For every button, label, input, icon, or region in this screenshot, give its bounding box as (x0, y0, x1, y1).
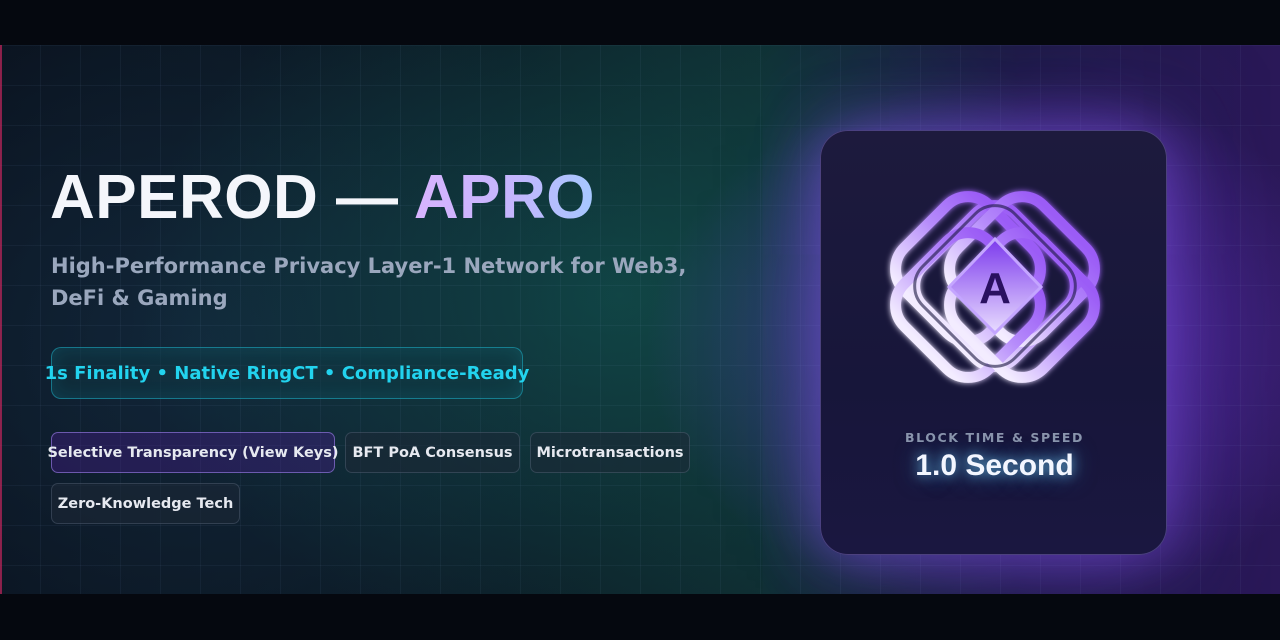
letterbox-bottom (0, 594, 1280, 640)
tag-selective-transparency[interactable]: Selective Transparency (View Keys) (47, 432, 339, 473)
title-main: APEROD — (50, 163, 414, 232)
feature-highlight-pill: 1s Finality • Native RingCT • Compliance… (45, 347, 529, 399)
tag-bft-poa-consensus[interactable]: BFT PoA Consensus (345, 432, 520, 473)
left-edge-line (0, 45, 2, 594)
logo-letter: A (979, 264, 1011, 313)
tag-zero-knowledge[interactable]: Zero-Knowledge Tech (51, 483, 240, 524)
subtitle: High-Performance Privacy Layer-1 Network… (51, 254, 687, 310)
tag-microtransactions[interactable]: Microtransactions (530, 432, 690, 473)
title-accent: APRO (413, 163, 596, 232)
block-time-card: A BLOCK TIME & SPEED 1.0 Second (820, 130, 1167, 555)
hero-banner: APEROD — APRO High-Performance Privacy L… (0, 45, 1280, 594)
card-label: BLOCK TIME & SPEED (904, 430, 1085, 445)
block-time-value: 1.0 Second (915, 449, 1074, 482)
page-title: APEROD — APRO (50, 163, 595, 233)
aperod-knot-logo-icon: A (890, 191, 1100, 383)
letterbox-top (0, 0, 1280, 45)
